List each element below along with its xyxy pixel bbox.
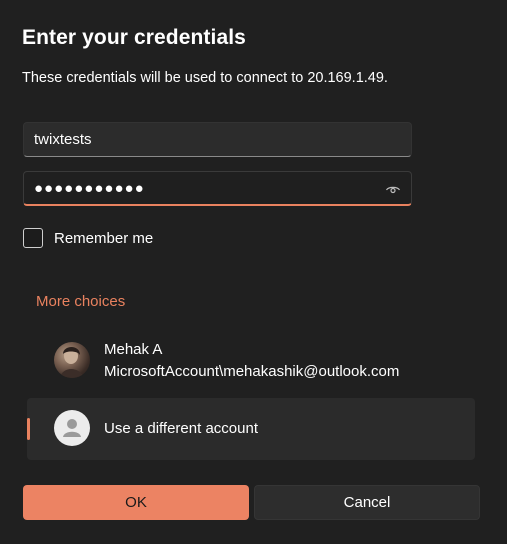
ok-button[interactable]: OK: [23, 485, 249, 520]
remember-me-checkbox[interactable]: [23, 228, 43, 248]
different-account-label: Use a different account: [104, 420, 258, 437]
dialog-subtitle: These credentials will be used to connec…: [22, 70, 388, 86]
person-icon: [63, 419, 81, 437]
eye-icon[interactable]: [385, 181, 401, 197]
credentials-dialog: Enter your credentials These credentials…: [0, 0, 507, 544]
account-name: Mehak A: [104, 341, 163, 358]
remember-me-label: Remember me: [54, 229, 154, 247]
account-item-mehak[interactable]: Mehak A MicrosoftAccount\mehakashik@outl…: [27, 330, 475, 392]
user-photo-icon: [60, 347, 84, 378]
cancel-button[interactable]: Cancel: [254, 485, 480, 520]
remember-me-option[interactable]: Remember me: [23, 228, 153, 248]
more-choices-link[interactable]: More choices: [36, 293, 125, 310]
password-field-container: [23, 171, 412, 206]
username-field-container: [23, 122, 412, 157]
avatar: [54, 410, 90, 446]
avatar: [54, 342, 90, 378]
username-input[interactable]: [24, 123, 411, 156]
account-email: MicrosoftAccount\mehakashik@outlook.com: [104, 363, 400, 380]
selection-indicator: [27, 418, 30, 440]
dialog-title: Enter your credentials: [22, 26, 246, 49]
password-input[interactable]: [24, 172, 411, 204]
account-item-different[interactable]: Use a different account: [27, 398, 475, 460]
